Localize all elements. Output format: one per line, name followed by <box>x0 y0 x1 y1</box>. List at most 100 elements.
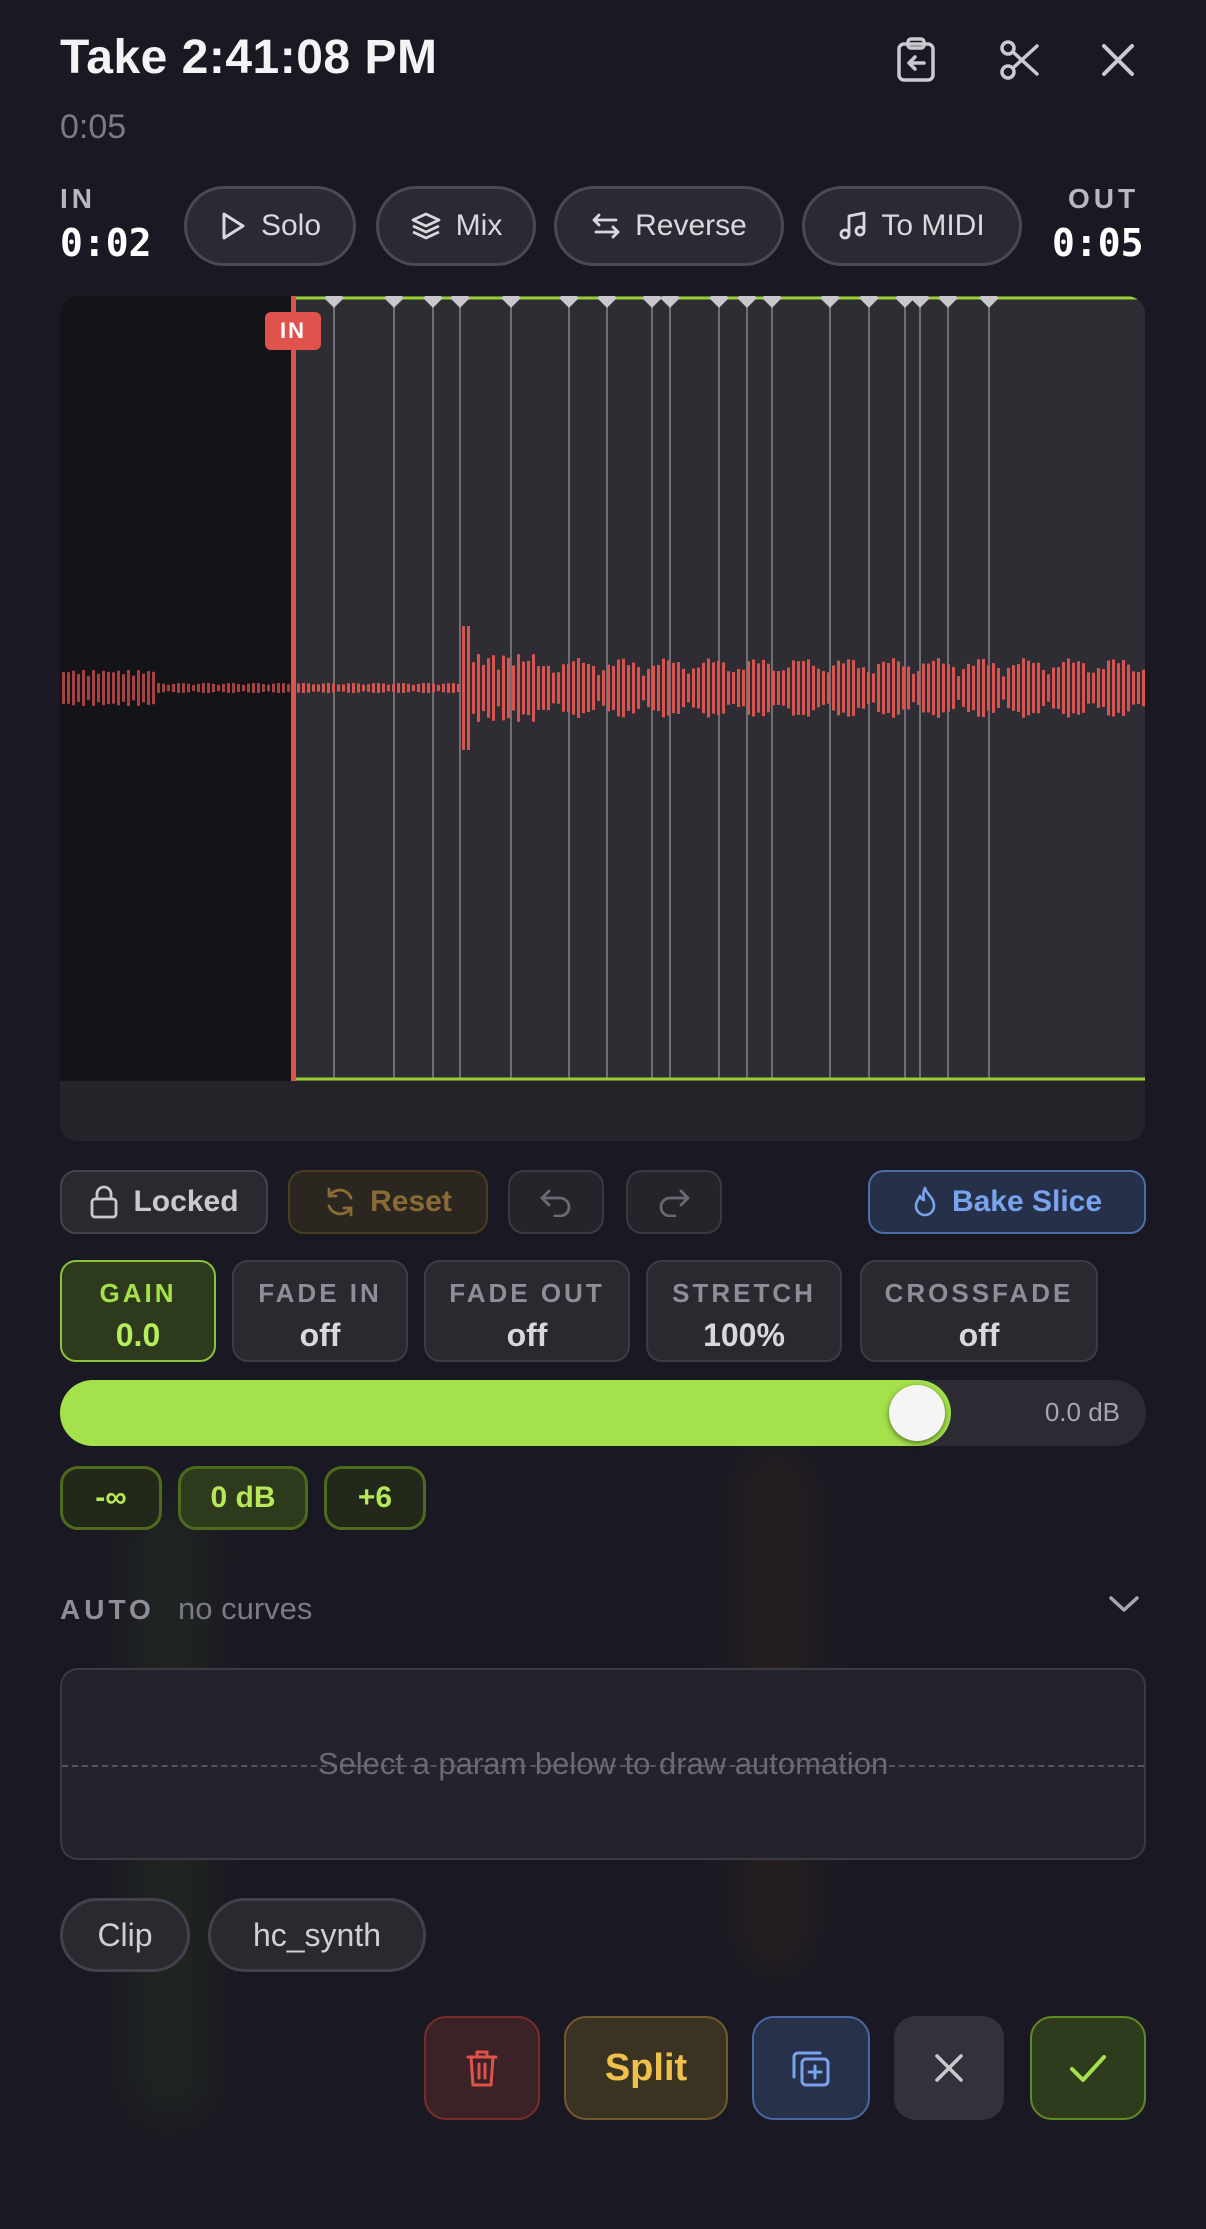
duplicate-button[interactable] <box>752 2016 870 2120</box>
waveform-bar <box>272 683 275 693</box>
in-marker-line[interactable] <box>291 296 296 1081</box>
waveform-bar <box>522 661 525 715</box>
param-name: FADE OUT <box>449 1278 605 1308</box>
bake-slice-button[interactable]: Bake Slice <box>868 1170 1146 1234</box>
play-icon <box>222 212 245 240</box>
locked-toggle[interactable]: Locked <box>60 1170 268 1234</box>
waveform-bar <box>167 684 170 692</box>
param-value: off <box>299 1317 341 1353</box>
solo-button[interactable]: Solo <box>184 186 356 266</box>
chevron-down-icon[interactable] <box>1106 1592 1142 1621</box>
waveform-bar <box>767 663 770 713</box>
waveform-bar <box>117 670 120 706</box>
waveform-bar <box>917 671 920 705</box>
page-title: Take 2:41:08 PM <box>60 31 438 84</box>
waveform-bar <box>237 683 240 693</box>
waveform-bar <box>982 658 985 718</box>
waveform-bar <box>477 654 480 722</box>
gain-slider[interactable]: 0.0 dB <box>60 1380 1146 1446</box>
waveform-bar <box>737 668 740 708</box>
waveform-bar <box>267 684 270 692</box>
scissors-icon[interactable] <box>992 32 1048 88</box>
param-name: FADE IN <box>258 1278 382 1308</box>
waveform-bar <box>102 670 105 706</box>
tag-clip[interactable]: Clip <box>60 1898 190 1972</box>
waveform-bar <box>742 669 745 707</box>
reverse-button[interactable]: Reverse <box>554 186 784 266</box>
waveform-bar <box>712 662 715 714</box>
param-tab-fade-in[interactable]: FADE IN off <box>232 1260 408 1362</box>
waveform-bar <box>832 665 835 711</box>
waveform-bar <box>602 670 605 706</box>
waveform-bar <box>702 662 705 714</box>
waveform-bar <box>792 660 795 716</box>
waveform-bar <box>787 667 790 709</box>
waveform-editor[interactable]: IN <box>60 296 1145 1141</box>
automation-canvas[interactable]: Select a param below to draw automation <box>60 1668 1146 1860</box>
waveform-bar <box>802 661 805 715</box>
waveform-bar <box>112 672 115 704</box>
waveform-bar <box>932 660 935 716</box>
waveform-bar <box>122 674 125 702</box>
waveform-bar <box>482 664 485 712</box>
redo-button[interactable] <box>626 1170 722 1234</box>
quick-value-mute-button[interactable]: -∞ <box>60 1466 162 1530</box>
delete-button[interactable] <box>424 2016 540 2120</box>
waveform-bar <box>417 683 420 693</box>
waveform-bar <box>782 670 785 706</box>
close-icon[interactable] <box>1090 32 1146 88</box>
split-button[interactable]: Split <box>564 2016 728 2120</box>
locked-label: Locked <box>133 1185 239 1218</box>
waveform-bar <box>992 663 995 713</box>
automation-status: no curves <box>178 1591 313 1626</box>
waveform-bar <box>887 663 890 713</box>
clipboard-import-icon[interactable] <box>888 32 944 88</box>
to-midi-button[interactable]: To MIDI <box>802 186 1022 266</box>
confirm-button[interactable] <box>1030 2016 1146 2120</box>
param-name: CROSSFADE <box>884 1278 1074 1308</box>
out-timecode[interactable]: 0:05 <box>1052 221 1144 265</box>
param-tab-stretch[interactable]: STRETCH 100% <box>646 1260 842 1362</box>
waveform-bar <box>567 663 570 713</box>
waveform-bar <box>87 675 90 701</box>
waveform-bar <box>902 666 905 710</box>
gain-slider-thumb[interactable] <box>889 1385 945 1441</box>
waveform-bar <box>222 683 225 693</box>
waveform-bar <box>967 663 970 713</box>
gain-value-readout: 0.0 dB <box>1044 1397 1120 1427</box>
waveform-bar <box>692 668 695 708</box>
in-marker-badge[interactable]: IN <box>265 312 321 350</box>
waveform-bar <box>1097 668 1100 708</box>
waveform-bar <box>1012 665 1015 711</box>
waveform-bar <box>862 667 865 709</box>
waveform-bar <box>707 658 710 718</box>
waveform-canvas[interactable] <box>60 296 1145 1141</box>
waveform-bar <box>182 683 185 693</box>
reset-button[interactable]: Reset <box>288 1170 488 1234</box>
mix-button[interactable]: Mix <box>376 186 536 266</box>
in-timecode[interactable]: 0:02 <box>60 221 152 265</box>
quick-value-plus6-button[interactable]: +6 <box>324 1466 426 1530</box>
waveform-bar <box>597 674 600 702</box>
waveform-bar <box>762 659 765 717</box>
waveform-bar <box>842 663 845 713</box>
param-tab-crossfade[interactable]: CROSSFADE off <box>860 1260 1098 1362</box>
waveform-bar <box>527 661 530 715</box>
waveform-bar <box>157 683 160 693</box>
param-tab-fade-out[interactable]: FADE OUT off <box>424 1260 630 1362</box>
undo-button[interactable] <box>508 1170 604 1234</box>
flame-icon <box>914 1186 936 1217</box>
reverse-label: Reverse <box>635 209 747 242</box>
param-tab-gain[interactable]: GAIN 0.0 <box>60 1260 216 1362</box>
waveform-bar <box>382 683 385 693</box>
waveform-bar <box>752 659 755 717</box>
waveform-bar <box>627 665 630 711</box>
waveform-bar <box>277 683 280 693</box>
cancel-button[interactable] <box>894 2016 1004 2120</box>
waveform-bar <box>322 683 325 693</box>
quick-value-0db-button[interactable]: 0 dB <box>178 1466 308 1530</box>
waveform-bar <box>67 672 70 704</box>
tag-hc-synth[interactable]: hc_synth <box>208 1898 426 1972</box>
waveform-bar <box>137 670 140 706</box>
waveform-bar <box>1107 660 1110 716</box>
